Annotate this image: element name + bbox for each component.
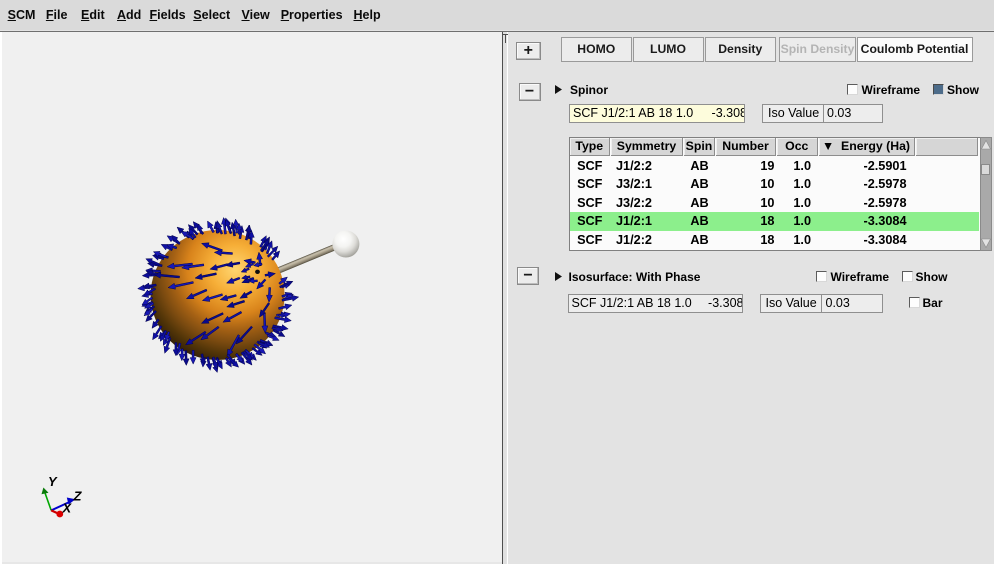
svg-text:Z: Z	[73, 489, 83, 504]
svg-text:Y: Y	[48, 474, 58, 489]
svg-text:X: X	[62, 501, 73, 516]
